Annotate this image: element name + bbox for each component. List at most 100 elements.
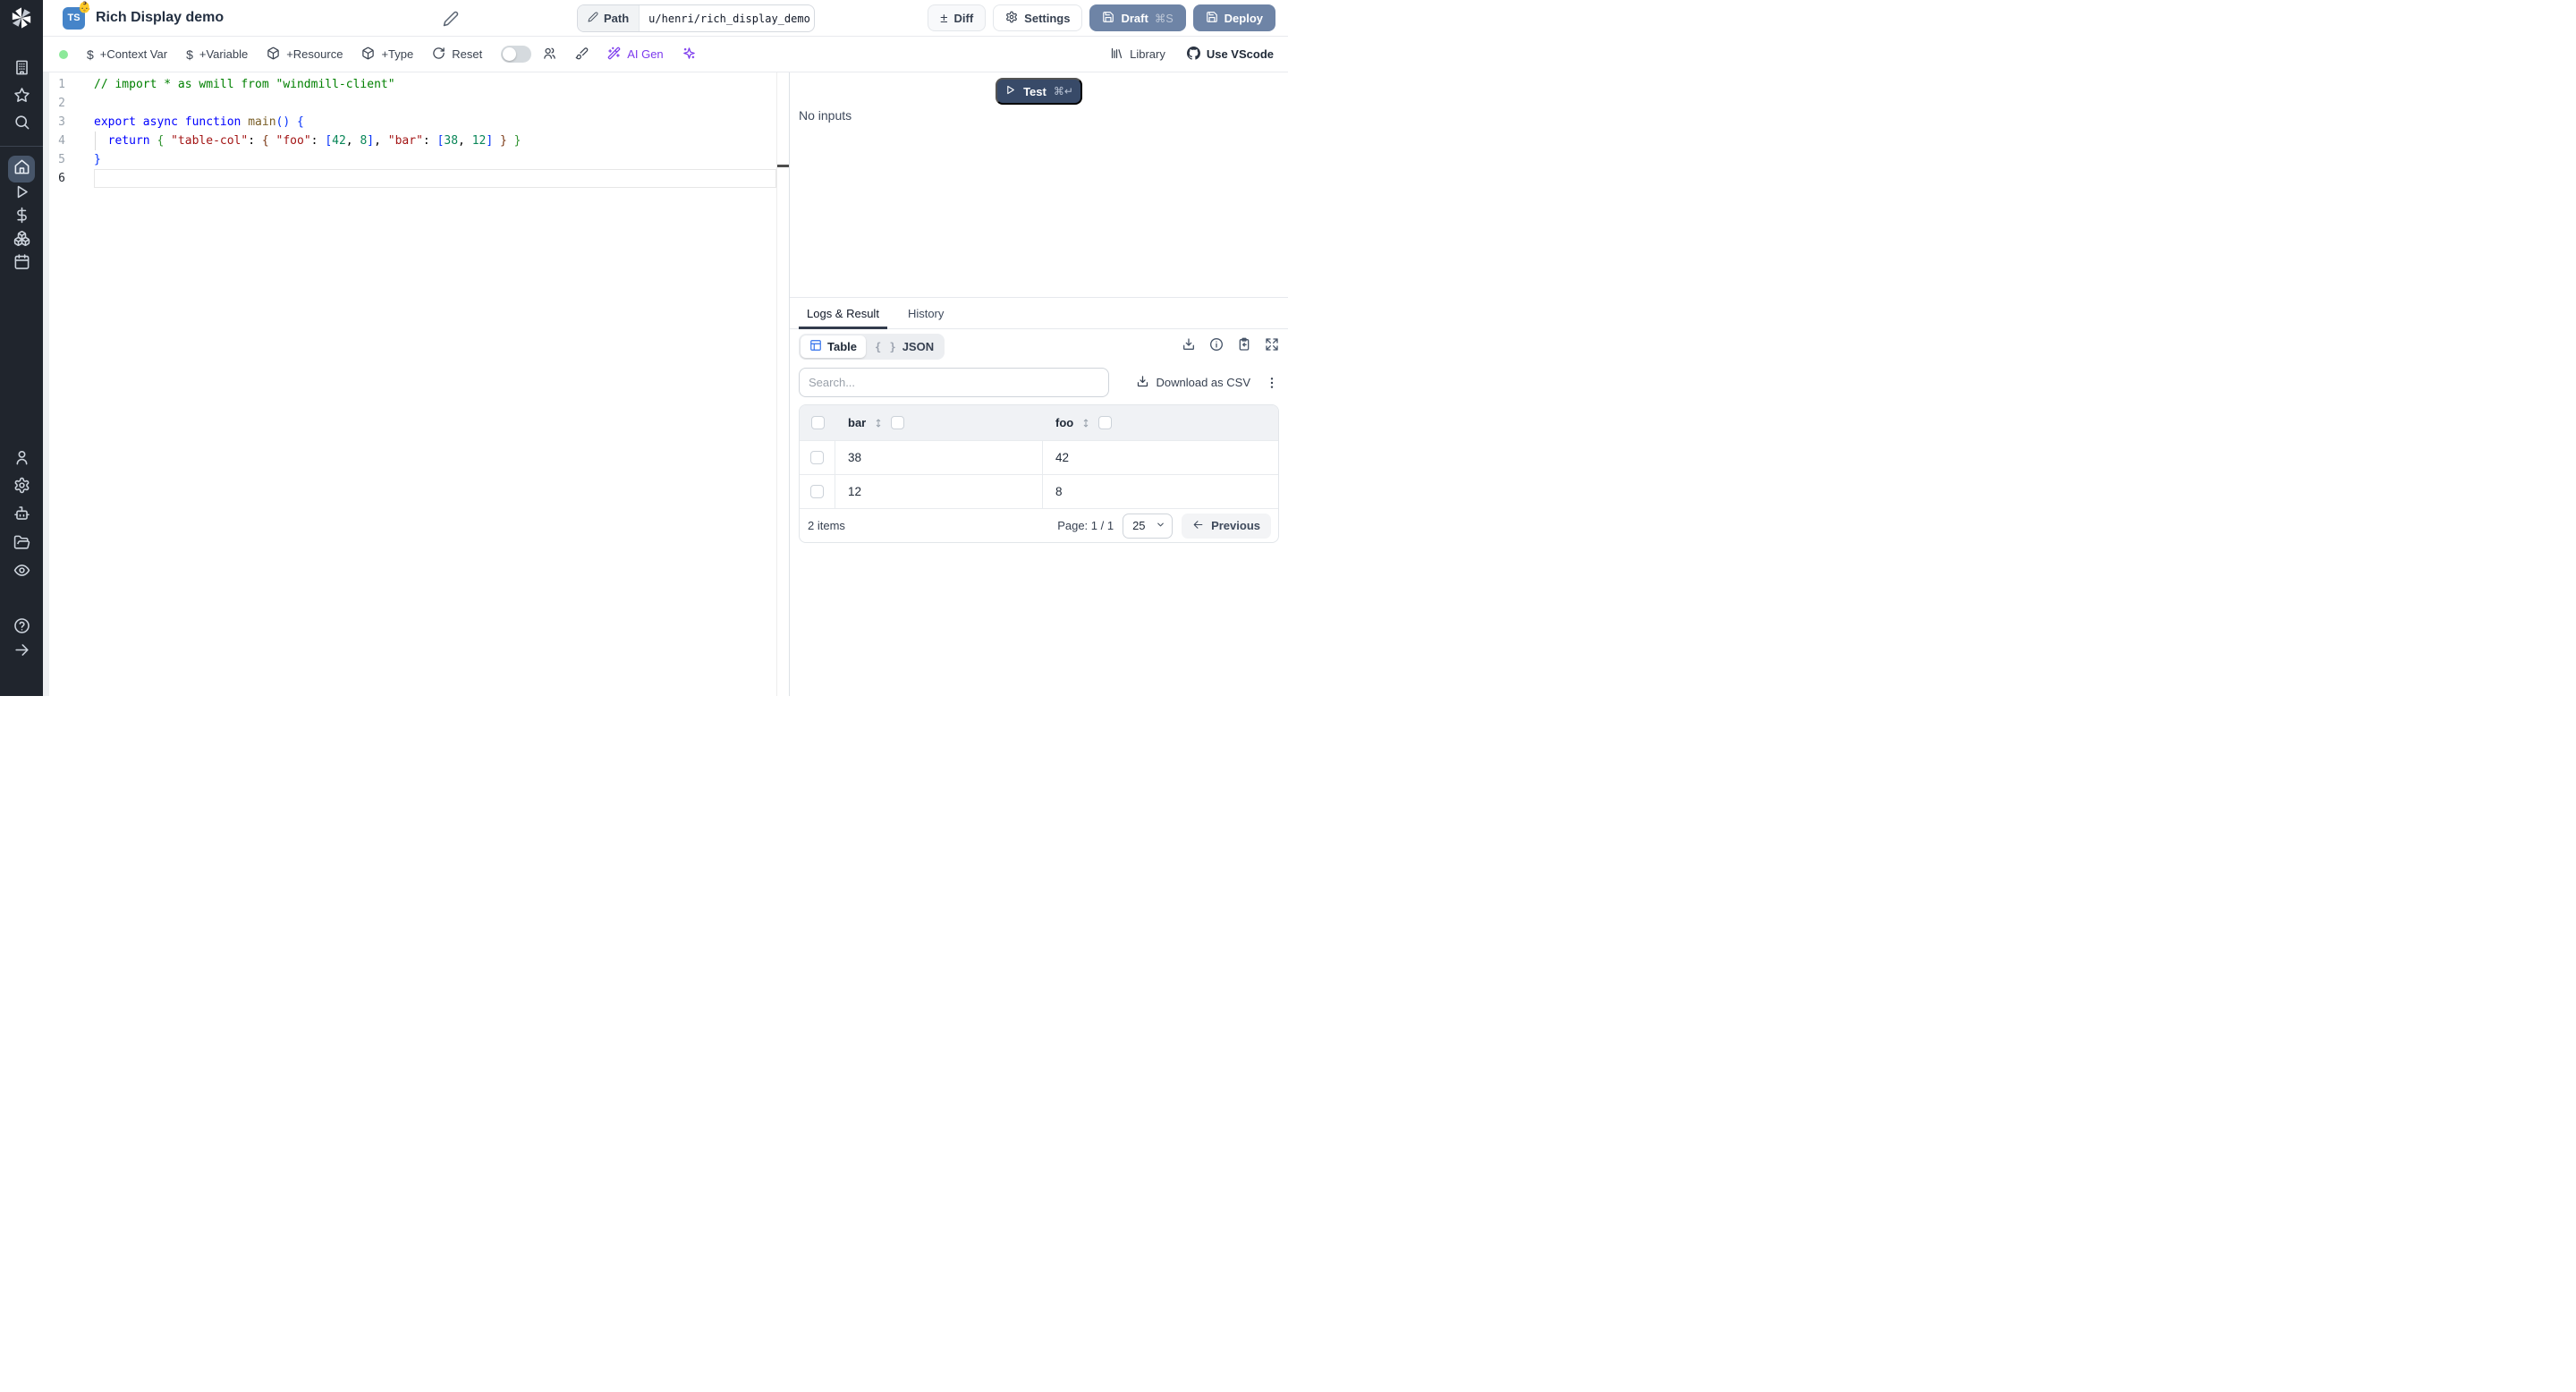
code-line[interactable]: } <box>94 150 776 169</box>
kebab-menu-icon[interactable] <box>1265 376 1279 390</box>
table-footer: 2 items Page: 1 / 1 25 Previous <box>800 508 1278 542</box>
code-content[interactable]: // import * as wmill from "windmill-clie… <box>94 75 776 188</box>
sidebar-expand-arrow[interactable] <box>8 639 35 666</box>
code-line[interactable] <box>94 169 776 188</box>
package-icon <box>267 47 280 63</box>
search-icon <box>13 114 30 135</box>
collab-toggle[interactable] <box>501 46 532 63</box>
line-number: 2 <box>58 97 65 110</box>
settings-button[interactable]: Settings <box>993 4 1083 31</box>
collaborators-button[interactable] <box>543 47 556 63</box>
view-mode-switch: Table { } JSON <box>799 334 945 360</box>
status-dot <box>59 49 68 59</box>
result-table: bar foo 38 42 12 8 2 items Page: 1 / 1 2… <box>799 404 1279 543</box>
view-mode-table[interactable]: Table <box>801 335 866 358</box>
view-mode-json[interactable]: { } JSON <box>866 336 943 357</box>
select-all-checkbox[interactable] <box>810 416 825 429</box>
gear-icon <box>1005 11 1018 26</box>
sidebar-item-workers[interactable] <box>8 503 35 530</box>
sidebar-item-search[interactable] <box>8 111 35 138</box>
column-checkbox-foo[interactable] <box>1098 416 1113 429</box>
result-actions <box>1182 337 1279 356</box>
info-icon[interactable] <box>1209 337 1224 356</box>
deploy-button[interactable]: Deploy <box>1192 4 1275 31</box>
table-row[interactable]: 12 8 <box>800 474 1278 508</box>
code-line[interactable] <box>94 94 776 113</box>
previous-page-button[interactable]: Previous <box>1182 513 1271 539</box>
add-resource-button[interactable]: +Resource <box>267 47 343 63</box>
format-button[interactable] <box>575 47 589 63</box>
overview-ruler-cursor-mark <box>777 165 789 167</box>
column-header-bar[interactable]: bar <box>835 416 1043 429</box>
boxes-icon <box>13 230 30 251</box>
library-button[interactable]: Library <box>1110 47 1165 63</box>
tab-logs-result[interactable]: Logs & Result <box>799 298 887 329</box>
path-widget[interactable]: Path u/henri/rich_display_demo <box>577 4 815 32</box>
row-checkbox[interactable] <box>810 451 824 464</box>
sidebar-item-schedules[interactable] <box>8 250 35 277</box>
use-vscode-button[interactable]: Use VScode <box>1186 46 1274 63</box>
copy-result-icon[interactable] <box>1237 337 1251 356</box>
download-result-icon[interactable] <box>1182 337 1196 356</box>
line-number: 4 <box>58 134 65 148</box>
sidebar-item-users[interactable] <box>8 446 35 473</box>
ai-gen-button[interactable]: AI Gen <box>607 47 664 63</box>
sort-icon[interactable] <box>1080 417 1091 429</box>
sidebar-divider <box>0 146 43 147</box>
user-icon <box>13 449 30 471</box>
column-header-foo[interactable]: foo <box>1043 416 1278 429</box>
column-checkbox-bar[interactable] <box>891 416 905 429</box>
sidebar-item-favorites[interactable] <box>8 84 35 111</box>
braces-icon: { } <box>875 340 897 353</box>
sidebar-item-audit-logs[interactable] <box>8 559 35 586</box>
top-bar: TS 👶 Rich Display demo Path u/henri/rich… <box>43 0 1288 37</box>
code-line[interactable]: export async function main() { <box>94 113 776 132</box>
edit-title-pencil-icon[interactable] <box>443 11 459 27</box>
sort-icon[interactable] <box>873 417 884 429</box>
reset-button[interactable]: Reset <box>432 47 482 63</box>
play-icon <box>1004 84 1016 98</box>
editor-toolbar: $ +Context Var $ +Variable +Resource +Type… <box>43 37 1288 72</box>
eye-icon <box>13 562 30 583</box>
add-context-var-button[interactable]: $ +Context Var <box>87 47 167 62</box>
table-header-row: bar foo <box>800 405 1278 440</box>
arrow-left-icon <box>1192 519 1204 533</box>
line-number: 1 <box>58 78 65 91</box>
cell-foo: 8 <box>1055 485 1063 498</box>
sidebar-item-home[interactable] <box>8 156 35 182</box>
row-checkbox[interactable] <box>810 485 824 498</box>
script-emoji: 👶 <box>78 0 91 13</box>
pencil-icon <box>588 12 598 25</box>
code-editor[interactable]: 1 2 3 4 5 6 // import * as wmill from "windmi… <box>43 72 789 696</box>
sidebar-item-help[interactable] <box>8 615 35 641</box>
draft-button[interactable]: Draft ⌘S <box>1089 4 1186 31</box>
github-icon <box>1186 46 1200 63</box>
rotate-icon <box>432 47 445 63</box>
sparkles-button[interactable] <box>682 47 696 63</box>
overview-ruler[interactable] <box>776 72 789 696</box>
typescript-badge-label: TS <box>67 13 80 23</box>
code-line[interactable]: return { "table-col": { "foo": [42, 8], … <box>94 132 776 150</box>
expand-icon[interactable] <box>1265 337 1279 356</box>
package-icon <box>361 47 375 63</box>
sidebar-item-workspace[interactable] <box>8 56 35 83</box>
items-count: 2 items <box>808 519 845 532</box>
page-indicator: Page: 1 / 1 <box>1057 519 1114 532</box>
cell-foo: 42 <box>1055 451 1070 464</box>
sidebar-item-settings[interactable] <box>8 474 35 501</box>
buildings-icon <box>13 59 30 81</box>
test-button[interactable]: Test ⌘↵ <box>996 78 1082 105</box>
tab-history[interactable]: History <box>900 298 952 328</box>
page-size-select[interactable]: 25 <box>1123 513 1174 539</box>
sidebar-item-folders[interactable] <box>8 531 35 558</box>
code-line[interactable]: // import * as wmill from "windmill-clie… <box>94 75 776 94</box>
table-row[interactable]: 38 42 <box>800 440 1278 474</box>
diff-button[interactable]: ± Diff <box>928 4 987 31</box>
add-type-button[interactable]: +Type <box>361 47 413 63</box>
brush-icon <box>575 47 589 63</box>
add-variable-button[interactable]: $ +Variable <box>186 47 248 62</box>
typescript-badge: TS 👶 <box>63 1 91 30</box>
search-input[interactable] <box>799 368 1109 397</box>
windmill-logo-icon[interactable] <box>9 5 34 30</box>
download-csv-button[interactable]: Download as CSV <box>1136 375 1250 391</box>
